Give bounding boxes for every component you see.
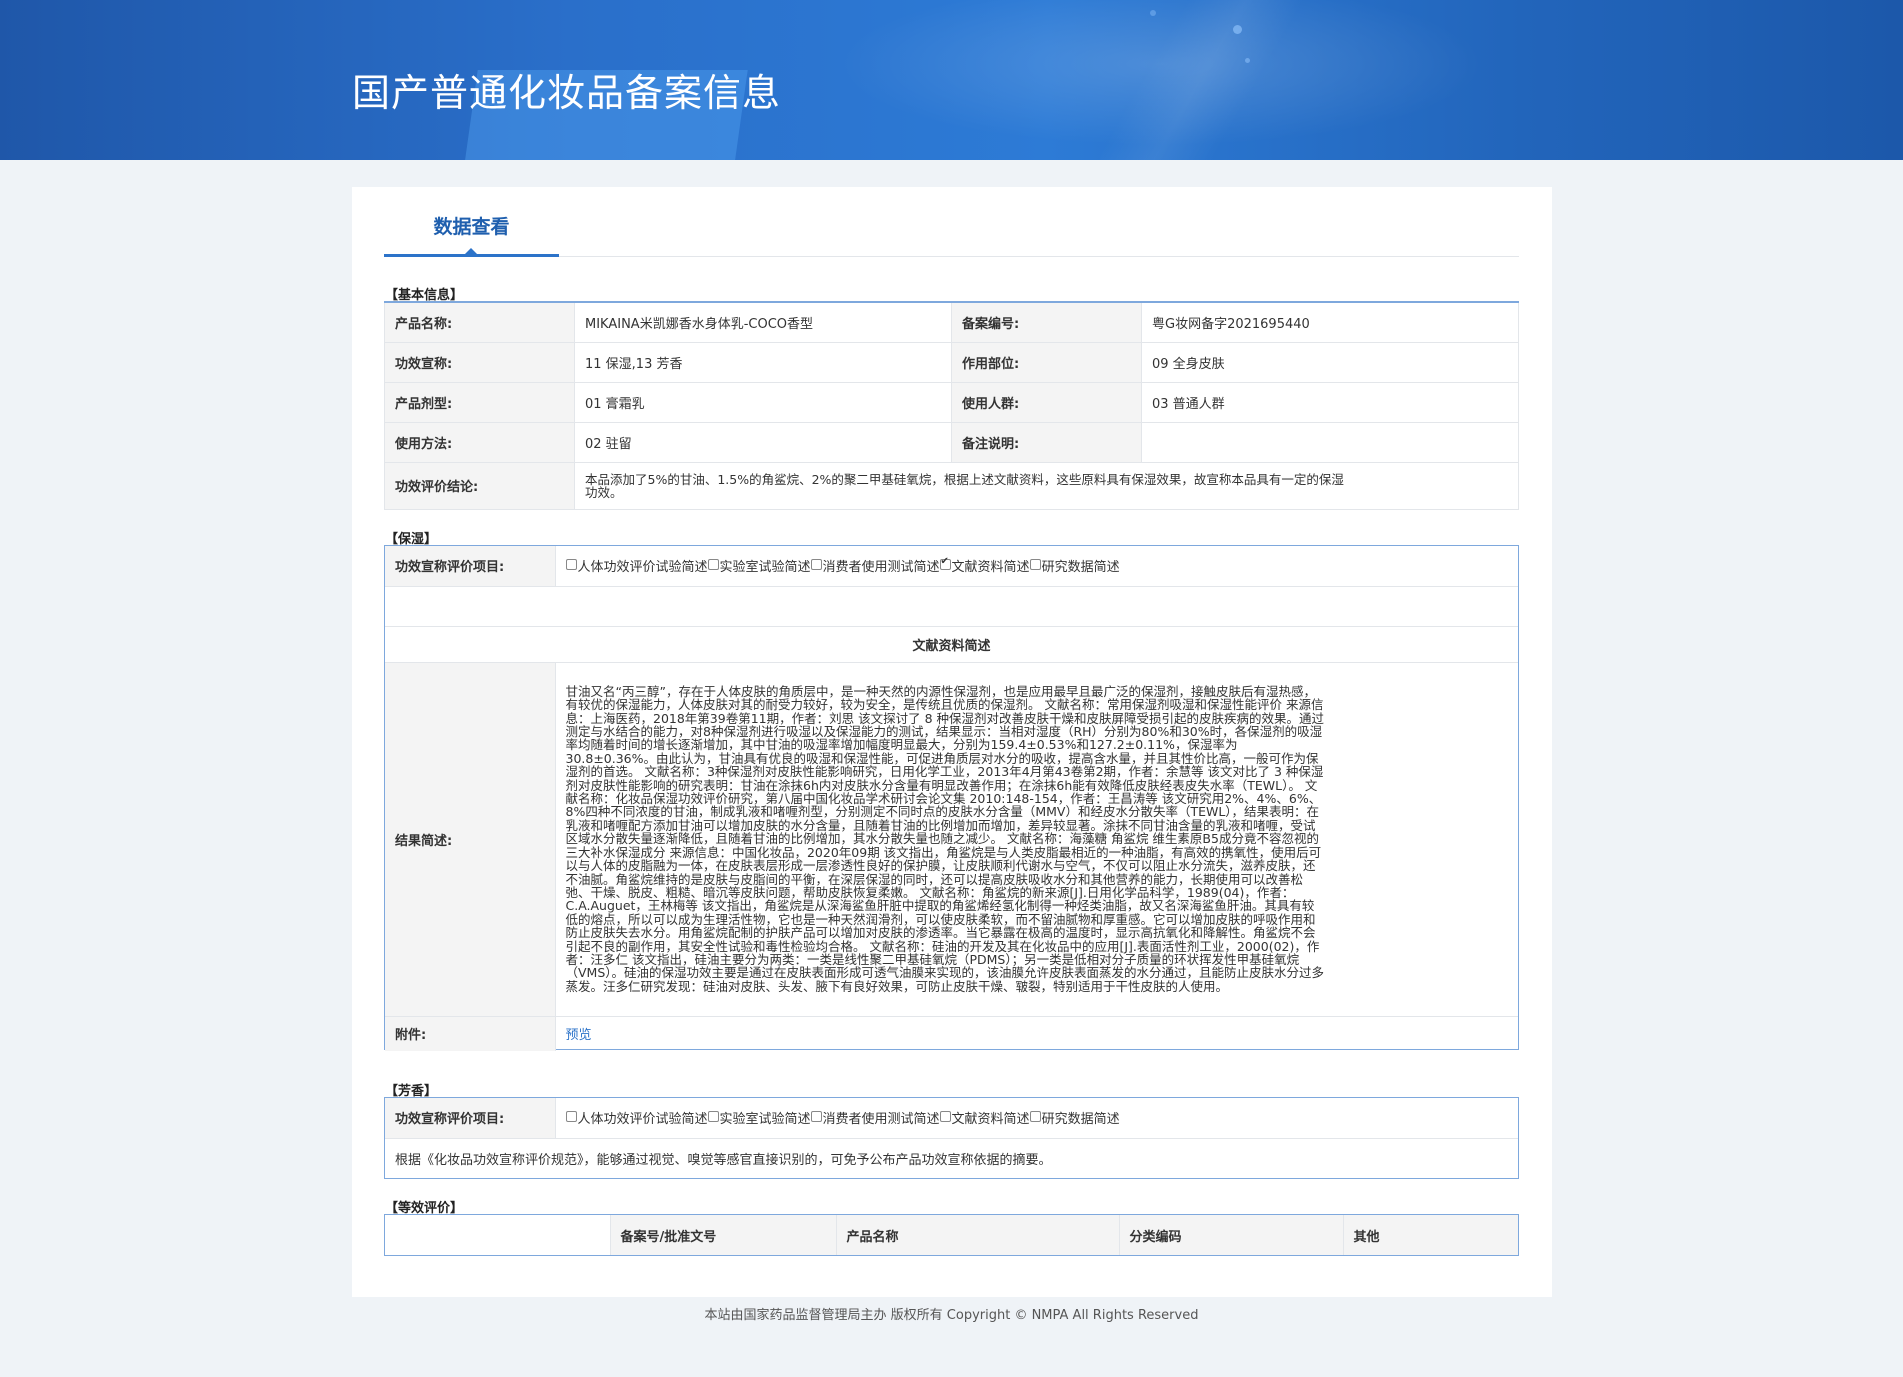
field-label: 功效宣称: [384, 341, 575, 383]
field-label: 功效宣称评价项目: [385, 546, 556, 587]
column-header: 分类编码 [1118, 1215, 1344, 1255]
evaluation-options: 人体功效评价试验简述 实验室试验简述 消费者使用测试简述 文献资料简述 研究数据… [554, 1098, 1518, 1139]
banner-decoration [1245, 58, 1250, 63]
column-header: 备案号/批准文号 [609, 1215, 837, 1255]
table-header-row: 备案号/批准文号 产品名称 分类编码 其他 [385, 1215, 1518, 1255]
basic-info-table: 产品名称: MIKAINA米凯娜香水身体乳-COCO香型 备案编号: 粤G妆网备… [384, 301, 1519, 510]
moisture-table: 功效宣称评价项目: 人体功效评价试验简述 实验室试验简述 消费者使用测试简述 文… [385, 546, 1518, 1051]
checkbox-literature[interactable] [939, 1111, 951, 1123]
table-row: 结果简述: 甘油又名“丙三醇”，存在于人体皮肤的角质层中，是一种天然的内源性保湿… [385, 661, 1518, 1017]
checkbox-label: 研究数据简述 [1041, 1112, 1120, 1128]
checkbox-label: 消费者使用测试简述 [822, 560, 940, 576]
table-row [385, 585, 1518, 627]
tab-bar: 数据查看 [384, 187, 1519, 257]
checkbox-consumer-test[interactable] [810, 559, 822, 571]
equivalence-table: 备案号/批准文号 产品名称 分类编码 其他 [385, 1215, 1518, 1255]
field-value: 03 普通人群 [1141, 381, 1519, 423]
checkbox-group: 人体功效评价试验简述 实验室试验简述 消费者使用测试简述 文献资料简述 研究数据… [565, 556, 1509, 576]
field-value: 09 全身皮肤 [1141, 341, 1519, 383]
record-number-value: 粤G妆网备字2021695440 [1141, 301, 1519, 343]
checkbox-group: 人体功效评价试验简述 实验室试验简述 消费者使用测试简述 文献资料简述 研究数据… [565, 1108, 1509, 1128]
checkbox-lab-test[interactable] [707, 559, 719, 571]
product-name-value: MIKAINA米凯娜香水身体乳-COCO香型 [574, 301, 952, 343]
empty-row [385, 585, 1518, 627]
checkbox-label: 文献资料简述 [951, 1112, 1030, 1128]
checkbox-consumer-test[interactable] [810, 1111, 822, 1123]
conclusion-value: 本品添加了5%的甘油、1.5%的角鲨烷、2%的聚二甲基硅氧烷，根据上述文献资料，… [585, 471, 1344, 500]
table-row: 功效宣称: 11 保湿,13 芳香 作用部位: 09 全身皮肤 [384, 341, 1519, 383]
fragrance-note: 根据《化妆品功效宣称评价规范》，能够通过视觉、嗅觉等感官直接识别的，可免予公布产… [385, 1137, 1518, 1178]
checkbox-lab-test[interactable] [707, 1111, 719, 1123]
field-label: 使用方法: [384, 421, 575, 463]
checkbox-human-test[interactable] [565, 1111, 577, 1123]
equivalence-box: 备案号/批准文号 产品名称 分类编码 其他 [384, 1214, 1519, 1256]
checkbox-label: 文献资料简述 [951, 560, 1030, 576]
checkbox-label: 人体功效评价试验简述 [577, 1112, 708, 1128]
content-card: 数据查看 【基本信息】 产品名称: MIKAINA米凯娜香水身体乳-COCO香型… [352, 187, 1552, 1297]
checkbox-literature[interactable] [939, 556, 951, 571]
field-label: 功效评价结论: [384, 461, 575, 510]
table-row: 功效宣称评价项目: 人体功效评价试验简述 实验室试验简述 消费者使用测试简述 文… [385, 1098, 1518, 1139]
tab-data-view[interactable]: 数据查看 [384, 187, 559, 257]
table-row: 产品剂型: 01 膏霜乳 使用人群: 03 普通人群 [384, 381, 1519, 423]
checkbox-research-data[interactable] [1029, 1111, 1041, 1123]
table-row: 使用方法: 02 驻留 备注说明: [384, 421, 1519, 463]
result-text: 甘油又名“丙三醇”，存在于人体皮肤的角质层中，是一种天然的内源性保湿剂，也是应用… [565, 683, 1325, 994]
field-label: 产品剂型: [384, 381, 575, 423]
checkbox-label: 消费者使用测试简述 [822, 1112, 940, 1128]
field-label: 功效宣称评价项目: [385, 1098, 556, 1139]
footer-copyright: 本站由国家药品监督管理局主办 版权所有 Copyright © NMPA All… [704, 1308, 1199, 1323]
tab-indicator [464, 248, 478, 255]
field-label: 备注说明: [951, 421, 1142, 463]
field-label: 备案编号: [951, 301, 1142, 343]
column-header: 产品名称 [835, 1215, 1120, 1255]
column-header: 其他 [1342, 1215, 1518, 1255]
field-label: 作用部位: [951, 341, 1142, 383]
field-value [1141, 421, 1519, 463]
checkbox-label: 研究数据简述 [1041, 560, 1120, 576]
table-row: 文献资料简述 [385, 625, 1518, 663]
moisture-box: 功效宣称评价项目: 人体功效评价试验简述 实验室试验简述 消费者使用测试简述 文… [384, 545, 1519, 1051]
field-label: 使用人群: [951, 381, 1142, 423]
attachment-cell: 预览 [554, 1015, 1518, 1051]
field-value: 01 膏霜乳 [574, 381, 952, 423]
checkbox-label: 实验室试验简述 [719, 1112, 811, 1128]
checkbox-label: 人体功效评价试验简述 [577, 560, 708, 576]
attachment-preview-link[interactable]: 预览 [566, 1028, 592, 1043]
result-cell: 甘油又名“丙三醇”，存在于人体皮肤的角质层中，是一种天然的内源性保湿剂，也是应用… [554, 661, 1518, 1017]
checkbox-research-data[interactable] [1029, 559, 1041, 571]
literature-heading: 文献资料简述 [385, 625, 1518, 663]
checkbox-label: 实验室试验简述 [719, 560, 811, 576]
checkbox-human-test[interactable] [565, 559, 577, 571]
field-label: 附件: [385, 1015, 556, 1051]
conclusion-cell: 本品添加了5%的甘油、1.5%的角鲨烷、2%的聚二甲基硅氧烷，根据上述文献资料，… [574, 461, 1519, 510]
evaluation-options: 人体功效评价试验简述 实验室试验简述 消费者使用测试简述 文献资料简述 研究数据… [554, 546, 1518, 587]
table-row: 产品名称: MIKAINA米凯娜香水身体乳-COCO香型 备案编号: 粤G妆网备… [384, 301, 1519, 343]
banner-decoration [1233, 25, 1242, 34]
field-label: 产品名称: [384, 301, 575, 343]
field-label: 结果简述: [385, 661, 556, 1017]
fragrance-box: 功效宣称评价项目: 人体功效评价试验简述 实验室试验简述 消费者使用测试简述 文… [384, 1097, 1519, 1179]
page-title: 国产普通化妆品备案信息 [352, 71, 782, 115]
column-header [385, 1215, 611, 1255]
table-row: 根据《化妆品功效宣称评价规范》，能够通过视觉、嗅觉等感官直接识别的，可免予公布产… [385, 1137, 1518, 1178]
fragrance-table: 功效宣称评价项目: 人体功效评价试验简述 实验室试验简述 消费者使用测试简述 文… [385, 1098, 1518, 1178]
table-row: 功效评价结论: 本品添加了5%的甘油、1.5%的角鲨烷、2%的聚二甲基硅氧烷，根… [384, 461, 1519, 510]
field-value: 02 驻留 [574, 421, 952, 463]
table-row: 功效宣称评价项目: 人体功效评价试验简述 实验室试验简述 消费者使用测试简述 文… [385, 546, 1518, 587]
banner-decoration [1150, 10, 1156, 16]
field-value: 11 保湿,13 芳香 [574, 341, 952, 383]
header-banner: 国产普通化妆品备案信息 [0, 0, 1903, 160]
banner-decoration [1100, 0, 1300, 160]
table-row: 附件: 预览 [385, 1015, 1518, 1051]
tab-label: 数据查看 [433, 216, 510, 238]
